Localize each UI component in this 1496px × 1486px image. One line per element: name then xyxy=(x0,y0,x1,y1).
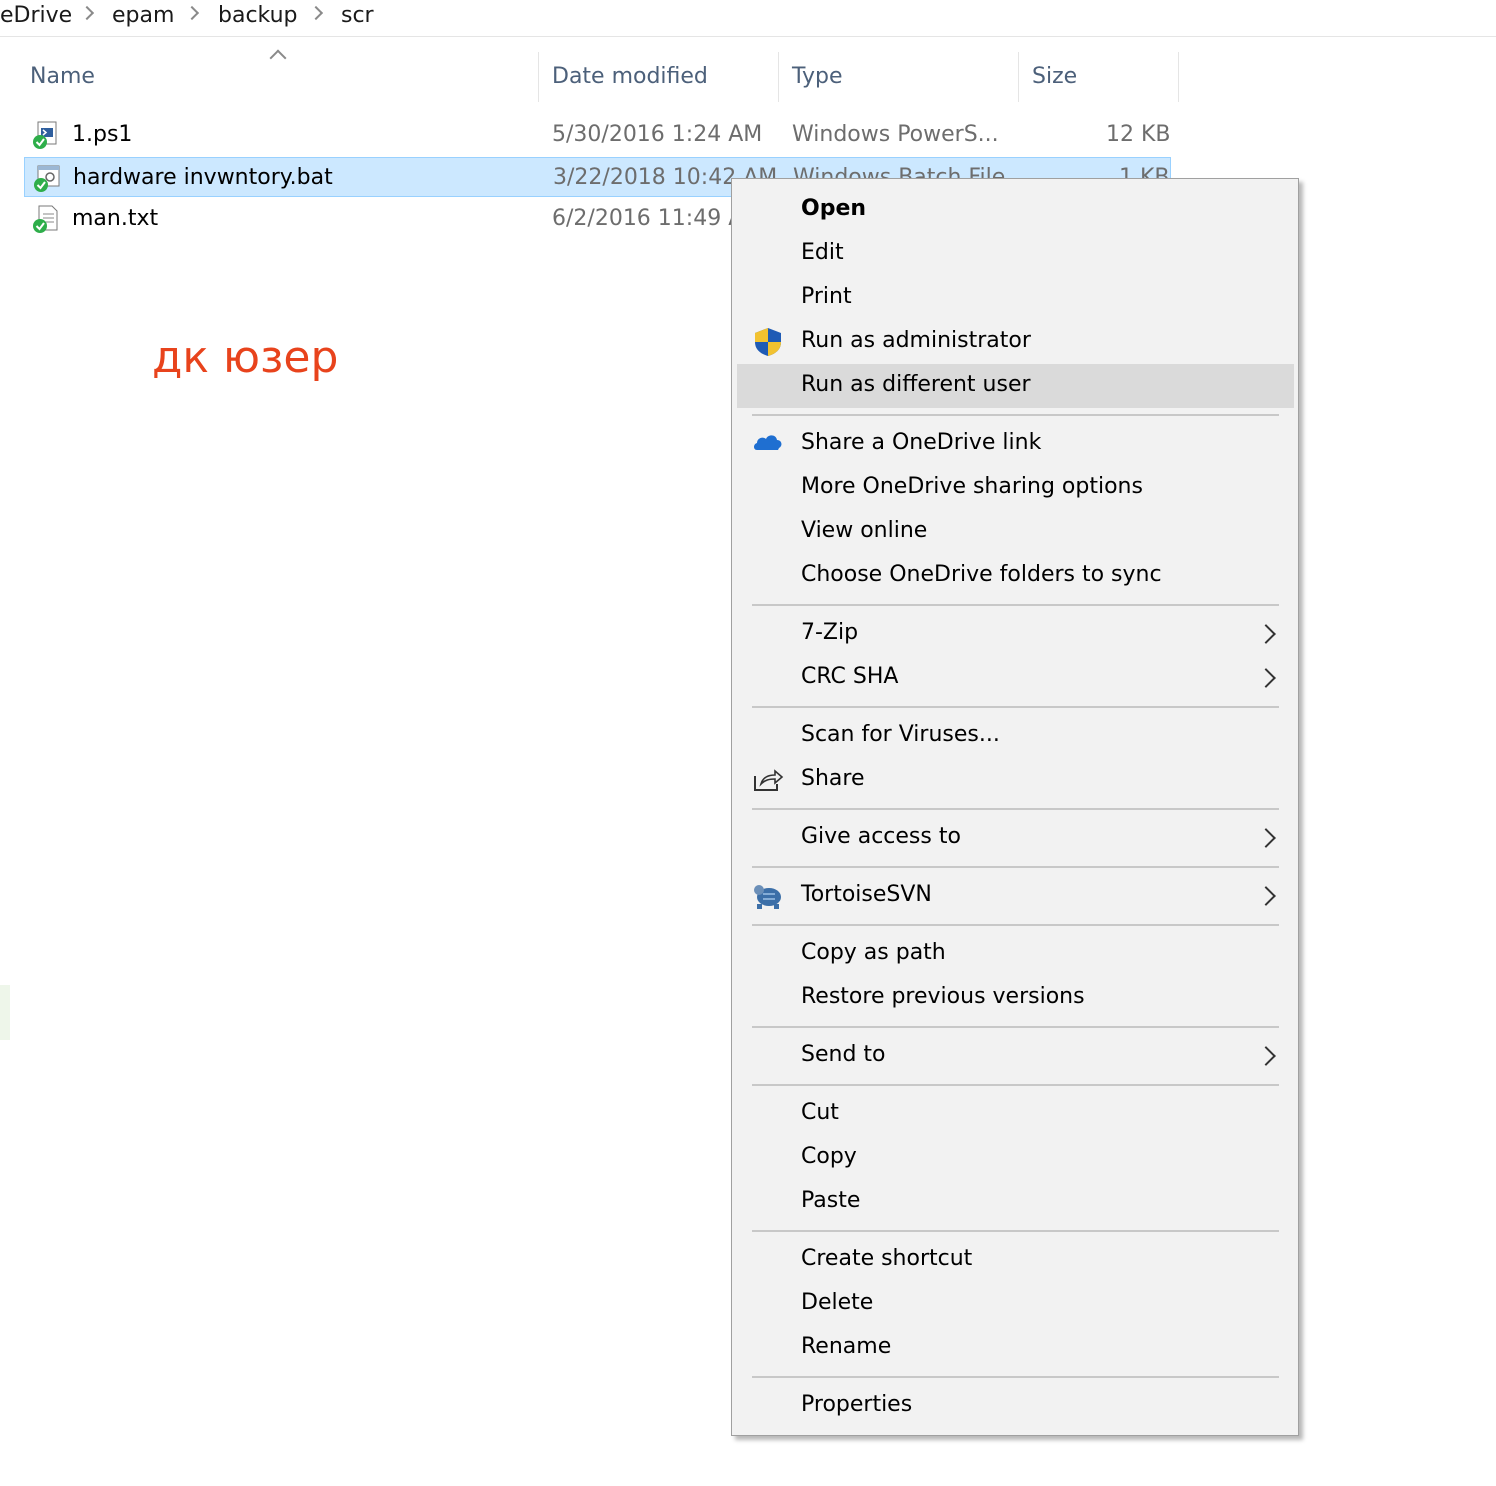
menu-separator xyxy=(752,808,1279,810)
menu-separator xyxy=(752,1026,1279,1028)
menu-item-choose-onedrive-folders[interactable]: Choose OneDrive folders to sync xyxy=(737,554,1294,598)
menu-item-label: Print xyxy=(801,284,852,309)
column-header-date-modified[interactable]: Date modified xyxy=(552,62,708,92)
menu-item-label: Choose OneDrive folders to sync xyxy=(801,562,1162,587)
menu-separator xyxy=(752,1084,1279,1086)
column-header-type[interactable]: Type xyxy=(792,62,843,92)
uac-shield-icon xyxy=(755,328,781,356)
menu-item-delete[interactable]: Delete xyxy=(737,1282,1294,1326)
context-menu: Open Edit Print Run as administrator Run… xyxy=(731,178,1299,1436)
file-name: 1.ps1 xyxy=(72,122,133,147)
menu-item-label: Give access to xyxy=(801,824,961,849)
menu-separator xyxy=(752,1230,1279,1232)
menu-separator xyxy=(752,1376,1279,1378)
menu-separator xyxy=(752,604,1279,606)
menu-item-label: Run as administrator xyxy=(801,328,1031,353)
menu-item-crc-sha[interactable]: CRC SHA xyxy=(737,656,1294,700)
file-name: hardware invwntory.bat xyxy=(73,165,333,190)
menu-item-open[interactable]: Open xyxy=(737,188,1294,232)
menu-item-label: Paste xyxy=(801,1188,861,1213)
tortoisesvn-icon xyxy=(754,885,781,909)
menu-item-share[interactable]: Share xyxy=(737,758,1294,802)
submenu-arrow-icon xyxy=(1256,668,1276,688)
menu-item-label: Properties xyxy=(801,1392,913,1417)
menu-separator xyxy=(752,706,1279,708)
onedrive-cloud-icon xyxy=(754,435,782,450)
menu-item-share-onedrive-link[interactable]: Share a OneDrive link xyxy=(737,422,1294,466)
column-header-size[interactable]: Size xyxy=(1032,62,1077,92)
menu-item-label: Edit xyxy=(801,240,844,265)
menu-item-label: Share xyxy=(801,766,865,791)
menu-item-edit[interactable]: Edit xyxy=(737,232,1294,276)
menu-item-label: Restore previous versions xyxy=(801,984,1085,1009)
menu-item-paste[interactable]: Paste xyxy=(737,1180,1294,1224)
menu-item-label: Copy as path xyxy=(801,940,946,965)
file-date: 5/30/2016 1:24 AM xyxy=(552,122,763,147)
menu-item-label: Send to xyxy=(801,1042,886,1067)
sort-ascending-icon xyxy=(269,49,287,67)
menu-item-restore-previous-versions[interactable]: Restore previous versions xyxy=(737,976,1294,1020)
chevron-right-icon[interactable] xyxy=(184,5,200,21)
menu-item-give-access-to[interactable]: Give access to xyxy=(737,816,1294,860)
breadcrumb-item-backup[interactable]: backup xyxy=(218,2,298,30)
menu-item-label: CRC SHA xyxy=(801,664,899,689)
menu-item-label: Copy xyxy=(801,1144,857,1169)
menu-item-run-as-administrator[interactable]: Run as administrator xyxy=(737,320,1294,364)
column-divider[interactable] xyxy=(538,52,539,102)
breadcrumb-item-scr[interactable]: scr xyxy=(341,2,374,30)
left-edge-sliver xyxy=(0,985,10,1040)
menu-item-label: Cut xyxy=(801,1100,839,1125)
menu-item-label: TortoiseSVN xyxy=(801,882,932,907)
menu-item-label: View online xyxy=(801,518,928,543)
menu-separator xyxy=(752,866,1279,868)
file-size: 12 KB xyxy=(1106,122,1171,147)
menu-item-cut[interactable]: Cut xyxy=(737,1092,1294,1136)
menu-item-label: Delete xyxy=(801,1290,874,1315)
powershell-file-icon xyxy=(33,121,57,149)
menu-item-properties[interactable]: Properties xyxy=(737,1384,1294,1428)
submenu-arrow-icon xyxy=(1256,1046,1276,1066)
column-divider[interactable] xyxy=(1018,52,1019,102)
menu-item-send-to[interactable]: Send to xyxy=(737,1034,1294,1078)
menu-item-view-online[interactable]: View online xyxy=(737,510,1294,554)
menu-item-print[interactable]: Print xyxy=(737,276,1294,320)
column-divider[interactable] xyxy=(778,52,779,102)
menu-item-copy-as-path[interactable]: Copy as path xyxy=(737,932,1294,976)
menu-item-label: Run as different user xyxy=(801,372,1031,397)
menu-item-label: 7-Zip xyxy=(801,620,859,645)
chevron-right-icon[interactable] xyxy=(79,5,95,21)
menu-separator xyxy=(752,414,1279,416)
share-icon xyxy=(754,769,784,791)
chevron-right-icon[interactable] xyxy=(308,5,324,21)
menu-item-rename[interactable]: Rename xyxy=(737,1326,1294,1370)
menu-item-label: Create shortcut xyxy=(801,1246,973,1271)
column-header-name[interactable]: Name xyxy=(30,62,95,92)
menu-item-7zip[interactable]: 7-Zip xyxy=(737,612,1294,656)
menu-item-label: More OneDrive sharing options xyxy=(801,474,1143,499)
menu-item-label: Open xyxy=(801,196,867,221)
menu-item-label: Rename xyxy=(801,1334,892,1359)
menu-item-more-onedrive-sharing-options[interactable]: More OneDrive sharing options xyxy=(737,466,1294,510)
menu-item-scan-for-viruses[interactable]: Scan for Viruses... xyxy=(737,714,1294,758)
file-row-1-ps1[interactable]: 1.ps1 5/30/2016 1:24 AM Windows PowerS..… xyxy=(24,115,1171,155)
annotation-text: дк юзер xyxy=(152,332,339,383)
menu-item-run-as-different-user[interactable]: Run as different user xyxy=(737,364,1294,408)
breadcrumb-item-epam[interactable]: epam xyxy=(112,2,174,30)
menu-item-tortoisesvn[interactable]: TortoiseSVN xyxy=(737,874,1294,918)
menu-item-copy[interactable]: Copy xyxy=(737,1136,1294,1180)
batch-file-icon xyxy=(34,165,60,192)
menu-item-label: Scan for Viruses... xyxy=(801,722,1000,747)
breadcrumb: eDrive epam backup scr xyxy=(0,0,1496,37)
submenu-arrow-icon xyxy=(1256,624,1276,644)
breadcrumb-item-onedrive[interactable]: eDrive xyxy=(0,2,72,30)
menu-item-create-shortcut[interactable]: Create shortcut xyxy=(737,1238,1294,1282)
submenu-arrow-icon xyxy=(1256,828,1276,848)
menu-item-label: Share a OneDrive link xyxy=(801,430,1042,455)
file-type: Windows PowerS... xyxy=(792,122,999,147)
submenu-arrow-icon xyxy=(1256,886,1276,906)
text-file-icon xyxy=(33,205,58,233)
column-divider[interactable] xyxy=(1178,52,1179,102)
file-name: man.txt xyxy=(72,206,159,231)
menu-separator xyxy=(752,924,1279,926)
